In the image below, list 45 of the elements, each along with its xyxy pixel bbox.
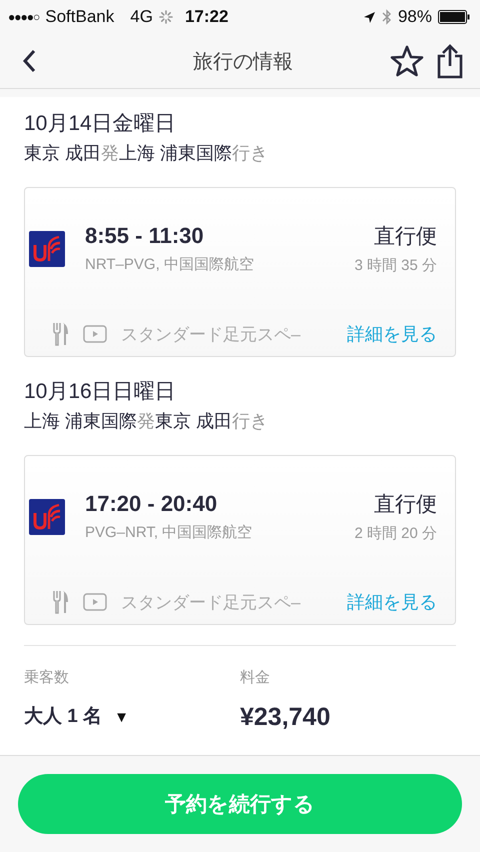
price-value: ¥23,740 (240, 703, 332, 732)
passengers-dropdown[interactable]: 大人 1 名 ▼ (24, 703, 129, 729)
battery-icon (438, 10, 470, 24)
legroom-label: スタンダード足元スペ– (121, 592, 302, 614)
location-arrow-icon (362, 10, 376, 24)
fork-knife-icon (53, 590, 69, 614)
page-title: 旅行の情報 (192, 50, 294, 74)
route-airline: PVG–NRT, 中国国際航空 (85, 523, 254, 542)
flight-date: 10月14日金曜日 (24, 111, 177, 137)
destination-city: 東京 成田 (155, 411, 232, 431)
bluetooth-icon (382, 9, 392, 25)
destination-suffix: 行き (232, 143, 268, 163)
stops-label: 直行便 (373, 492, 437, 518)
destination-city: 上海 浦東国際 (119, 143, 232, 163)
battery-percent: 98% (398, 7, 432, 27)
flight-times: 17:20 - 20:40 (85, 491, 218, 517)
video-icon (83, 593, 107, 611)
stops-label: 直行便 (373, 224, 437, 250)
video-icon (83, 325, 107, 343)
flight-date: 10月16日日曜日 (24, 379, 177, 405)
clock-time: 17:22 (184, 7, 228, 27)
price-label: 料金 (240, 668, 271, 687)
airline-logo-icon (29, 230, 65, 266)
carrier-name: SoftBank (45, 7, 114, 27)
flight-card[interactable]: 8:55 - 11:30 NRT–PVG, 中国国際航空 直行便 3 時間 35 分 スタンダード足元スペ– 詳細を見る (24, 187, 456, 357)
back-chevron-icon (22, 49, 36, 73)
flight-times: 8:55 - 11:30 (85, 223, 205, 249)
signal-strength: ●●●●○ (8, 10, 40, 24)
origin-city: 東京 成田 (24, 143, 102, 163)
network-type: 4G (130, 7, 153, 27)
origin-city: 上海 浦東国際 (24, 411, 138, 431)
flight-duration: 3 時間 35 分 (354, 256, 437, 275)
departure-suffix: 発 (137, 411, 156, 431)
fork-knife-icon (53, 322, 69, 346)
flight-duration: 2 時間 20 分 (354, 524, 437, 543)
destination-suffix: 行き (232, 411, 268, 431)
share-icon (436, 43, 464, 79)
activity-spinner-icon (158, 10, 173, 24)
legroom-label: スタンダード足元スペ– (121, 324, 302, 346)
flight-card[interactable]: 17:20 - 20:40 PVG–NRT, 中国国際航空 直行便 2 時間 20 分 スタンダード足元スペ– 詳細を見る (24, 455, 456, 625)
route-airline: NRT–PVG, 中国国際航空 (85, 255, 255, 274)
departure-suffix: 発 (101, 143, 120, 163)
passengers-label: 乗客数 (24, 668, 70, 687)
star-icon (390, 45, 424, 77)
airline-logo-icon (29, 498, 65, 534)
